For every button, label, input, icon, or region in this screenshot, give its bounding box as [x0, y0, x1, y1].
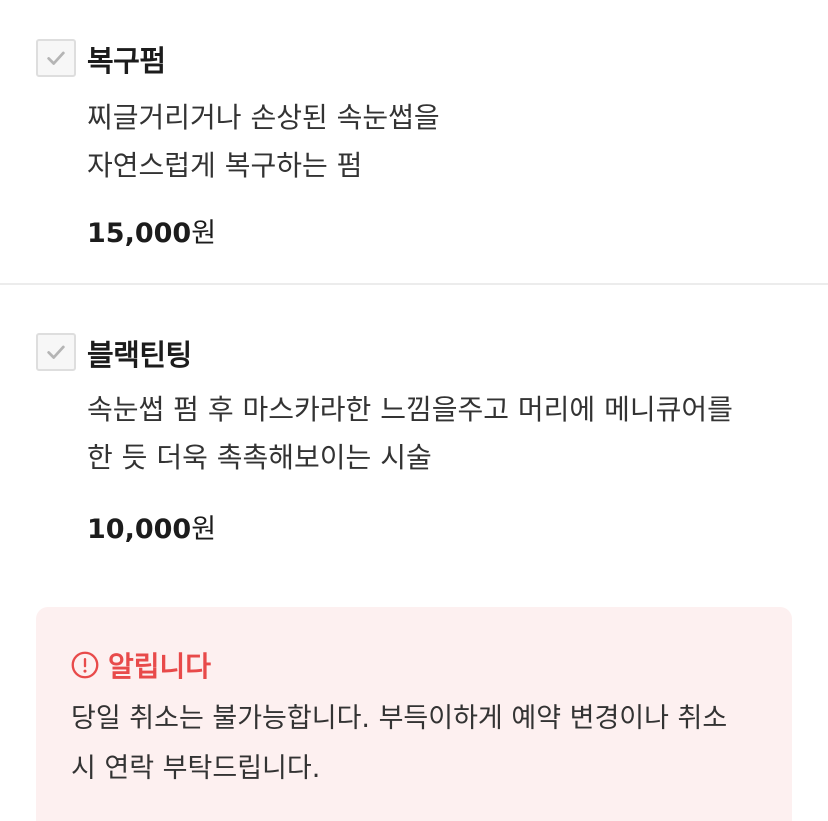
notice-header: 알립니다: [71, 645, 211, 685]
alert-circle-icon: [71, 651, 99, 679]
option-price: 15,000원: [87, 211, 216, 250]
notice-box: 알립니다 당일 취소는 불가능합니다. 부득이하게 예약 변경이나 취소 시 연…: [36, 607, 792, 821]
price-unit: 원: [191, 218, 217, 249]
price-amount: 15,000: [87, 218, 192, 249]
notice-body: 당일 취소는 불가능합니다. 부득이하게 예약 변경이나 취소 시 연락 부탁드…: [71, 694, 727, 794]
option-description-line: 찌글거리거나 손상된 속눈썹을: [87, 101, 440, 134]
check-icon: [47, 345, 65, 359]
option-checkbox[interactable]: [36, 39, 76, 77]
service-option-black-tinting[interactable]: 블랙틴팅 속눈썹 펌 후 마스카라한 느낌을주고 머리에 메니큐어를 한 듯 더…: [0, 285, 828, 575]
check-icon: [47, 51, 65, 65]
service-option-bokgu-perm[interactable]: 복구펌 찌글거리거나 손상된 속눈썹을 자연스럽게 복구하는 펌 15,000원: [0, 0, 828, 285]
option-checkbox[interactable]: [36, 333, 76, 371]
price-unit: 원: [191, 514, 217, 545]
option-description-line: 속눈썹 펌 후 마스카라한 느낌을주고 머리에 메니큐어를: [87, 393, 733, 426]
service-options-page: 복구펌 찌글거리거나 손상된 속눈썹을 자연스럽게 복구하는 펌 15,000원…: [0, 0, 828, 821]
price-amount: 10,000: [87, 514, 192, 545]
notice-body-line: 시 연락 부탁드립니다.: [71, 753, 321, 784]
option-price: 10,000원: [87, 507, 216, 546]
option-title: 블랙틴팅: [87, 338, 192, 372]
option-description: 찌글거리거나 손상된 속눈썹을 자연스럽게 복구하는 펌: [87, 94, 440, 190]
option-description: 속눈썹 펌 후 마스카라한 느낌을주고 머리에 메니큐어를 한 듯 더욱 촉촉해…: [87, 386, 733, 482]
option-description-line: 자연스럽게 복구하는 펌: [87, 149, 363, 182]
option-title: 복구펌: [87, 44, 166, 78]
notice-title: 알립니다: [108, 650, 212, 683]
option-description-line: 한 듯 더욱 촉촉해보이는 시술: [87, 441, 432, 474]
notice-body-line: 당일 취소는 불가능합니다. 부득이하게 예약 변경이나 취소: [71, 703, 728, 734]
